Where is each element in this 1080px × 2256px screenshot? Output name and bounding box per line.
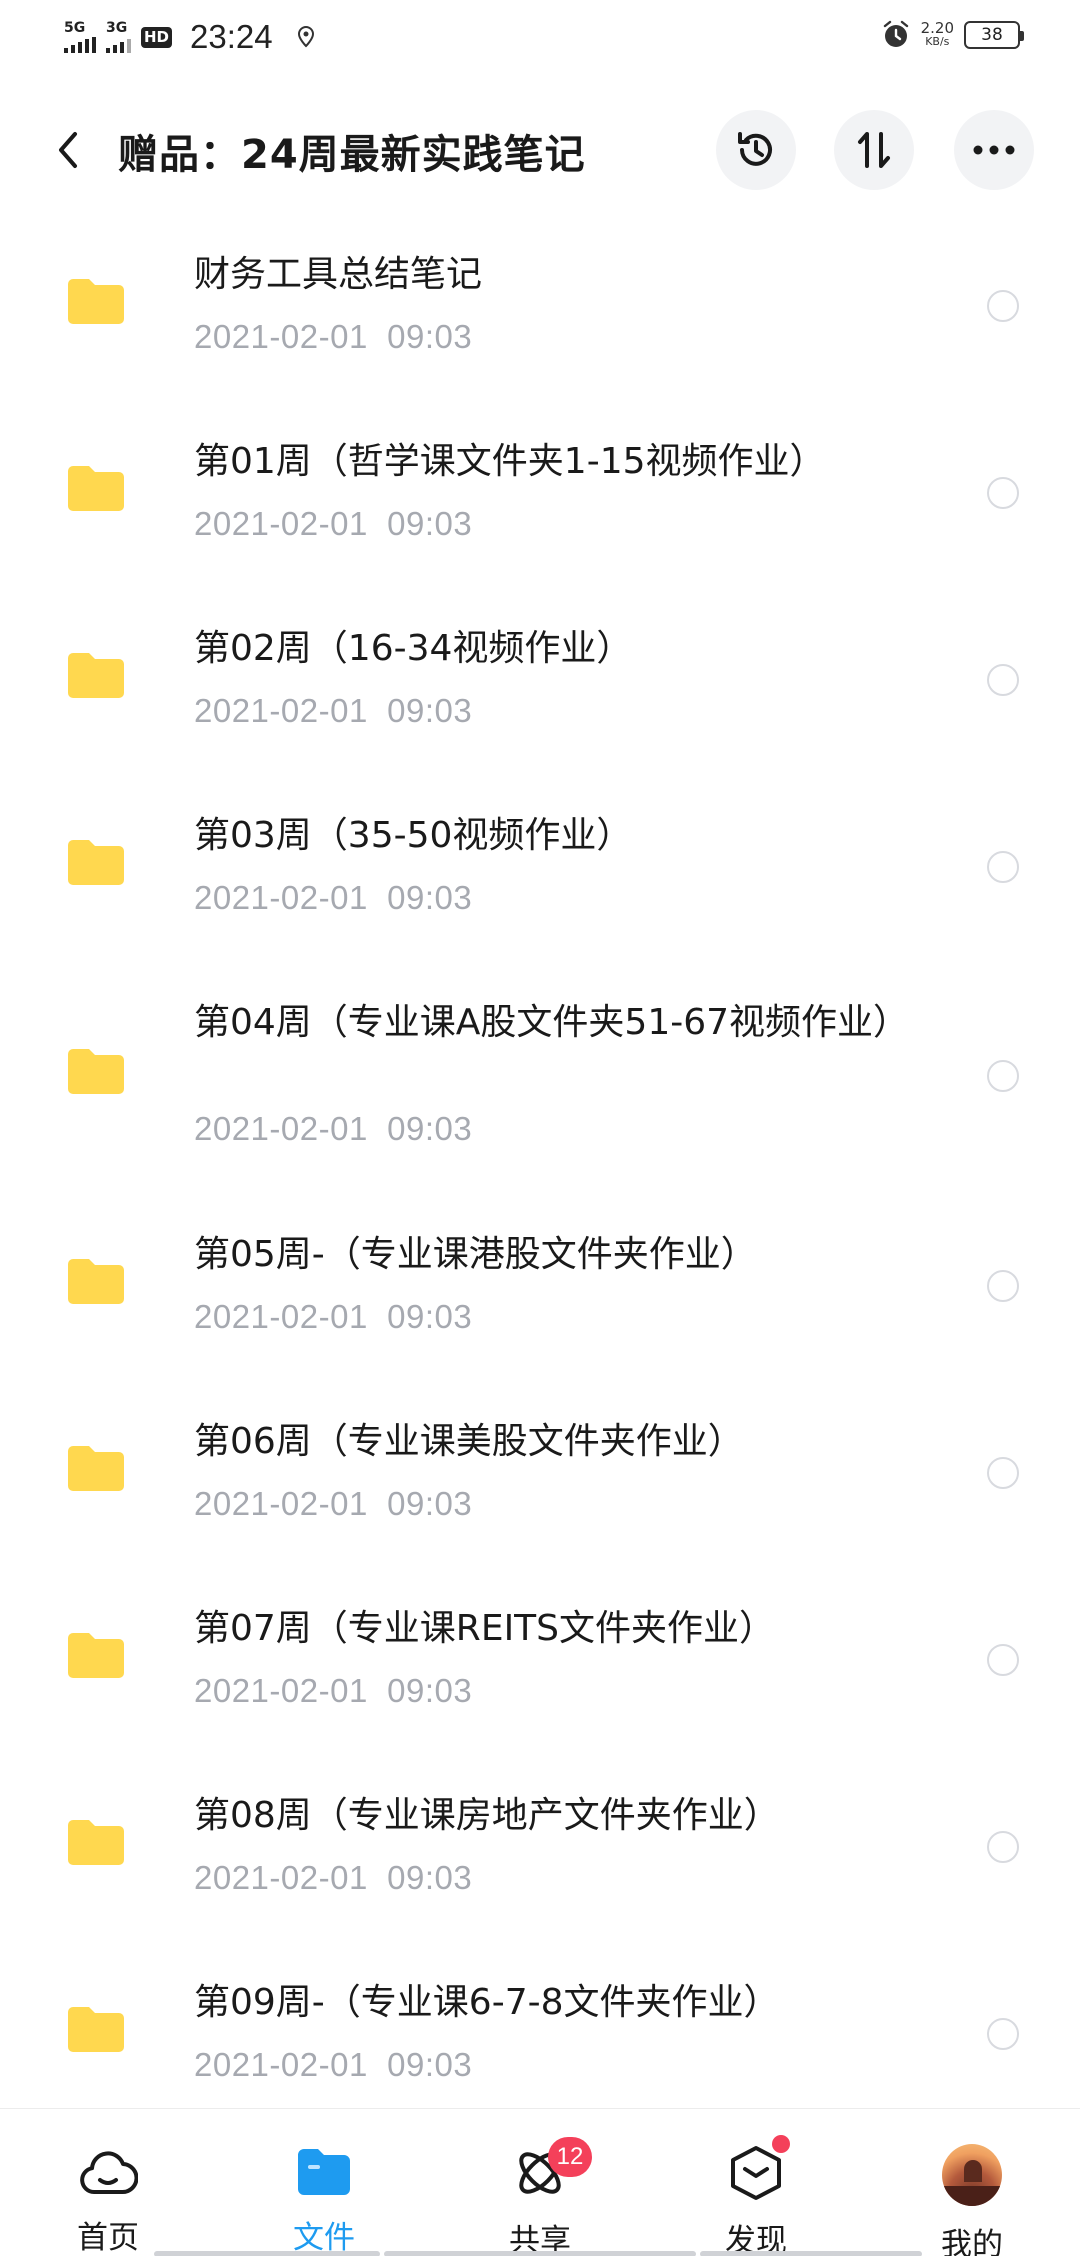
signal-3g-icon: 3G	[106, 21, 131, 53]
network-speed: 2.20 KB/s	[920, 19, 954, 49]
chevron-left-icon	[59, 132, 77, 168]
select-radio[interactable]	[987, 290, 1019, 322]
select-radio[interactable]	[987, 1644, 1019, 1676]
alarm-icon	[881, 20, 911, 50]
more-button[interactable]	[954, 110, 1034, 190]
file-date: 2021-02-01 09:03	[194, 1485, 473, 1522]
history-button[interactable]	[716, 110, 796, 190]
status-time: 23:24	[190, 18, 273, 55]
location-icon	[297, 26, 315, 48]
folder-icon	[68, 466, 124, 511]
avatar	[942, 2144, 1002, 2206]
status-right: 2.20 KB/s 38	[881, 19, 1024, 50]
status-bar: 5G 3G HD 23:24 2.20 KB/s 38	[0, 0, 1080, 76]
gesture-bar	[700, 2251, 922, 2256]
file-date: 2021-02-01 09:03	[194, 1298, 473, 1335]
select-radio[interactable]	[987, 851, 1019, 883]
file-name: 第03周（35-50视频作业）	[194, 815, 633, 856]
folder-icon	[68, 840, 124, 885]
file-name: 财务工具总结笔记	[194, 254, 483, 295]
hd-icon: HD	[141, 26, 173, 48]
file-name: 第09周-（专业课6-7-8文件夹作业）	[194, 1982, 780, 2023]
file-date: 2021-02-01 09:03	[194, 692, 473, 729]
folder-files-icon	[294, 2145, 354, 2198]
folder-icon	[68, 2007, 124, 2052]
file-date: 2021-02-01 09:03	[194, 505, 473, 542]
nav-mine-label: 我的	[941, 2227, 1003, 2256]
folder-icon	[68, 653, 124, 698]
nav-discover[interactable]: 发现	[666, 2109, 846, 2256]
file-date: 2021-02-01 09:03	[194, 1110, 473, 1147]
file-name: 第07周（专业课REITS文件夹作业）	[194, 1608, 776, 1649]
select-radio[interactable]	[987, 477, 1019, 509]
nav-mine[interactable]: 我的	[882, 2109, 1062, 2256]
discover-dot	[772, 2135, 790, 2153]
file-date: 2021-02-01 09:03	[194, 879, 473, 916]
select-radio[interactable]	[987, 664, 1019, 696]
select-radio[interactable]	[987, 2018, 1019, 2050]
sort-icon	[858, 132, 890, 168]
signal-5g-icon: 5G	[64, 21, 96, 53]
file-name: 第01周（哲学课文件夹1-15视频作业）	[194, 441, 826, 482]
gesture-bar	[384, 2251, 696, 2256]
battery-icon: 38	[964, 21, 1024, 49]
back-button[interactable]	[44, 126, 92, 174]
nav-share-label: 共享	[509, 2223, 571, 2256]
folder-icon	[68, 279, 124, 324]
file-date: 2021-02-01 09:03	[194, 1672, 473, 1709]
select-radio[interactable]	[987, 1270, 1019, 1302]
sort-button[interactable]	[834, 110, 914, 190]
share-atom-icon: 12	[510, 2137, 592, 2201]
page-title: 赠品：24周最新实践笔记	[118, 132, 586, 178]
nav-share[interactable]: 12 共享	[450, 2109, 630, 2256]
history-icon	[738, 132, 772, 166]
select-radio[interactable]	[987, 1457, 1019, 1489]
folder-icon	[68, 1446, 124, 1491]
folder-icon	[68, 1049, 124, 1094]
file-name: 第04周（专业课A股文件夹51-67视频作业）	[194, 1002, 910, 1043]
discover-box-icon	[726, 2135, 790, 2201]
file-name: 第06周（专业课美股文件夹作业）	[194, 1421, 744, 1462]
folder-icon	[68, 1633, 124, 1678]
bottom-nav: 首页 文件 12 共享 发现 我的	[0, 2108, 1080, 2256]
nav-home-label: 首页	[77, 2220, 139, 2256]
nav-files-label: 文件	[293, 2220, 355, 2256]
nav-discover-label: 发现	[725, 2223, 787, 2256]
file-name: 第02周（16-34视频作业）	[194, 628, 633, 669]
status-left: 5G 3G HD 23:24	[64, 18, 315, 56]
folder-icon	[68, 1820, 124, 1865]
select-radio[interactable]	[987, 1060, 1019, 1092]
folder-icon	[68, 1259, 124, 1304]
cloud-home-icon	[78, 2145, 138, 2198]
select-radio[interactable]	[987, 1831, 1019, 1863]
file-date: 2021-02-01 09:03	[194, 2046, 473, 2083]
nav-home[interactable]: 首页	[18, 2109, 198, 2256]
file-name: 第05周-（专业课港股文件夹作业）	[194, 1234, 757, 1275]
gesture-bar	[154, 2251, 380, 2256]
header: 赠品：24周最新实践笔记	[0, 108, 1080, 192]
more-icon	[973, 145, 1015, 155]
share-badge: 12	[548, 2137, 592, 2177]
file-name: 第08周（专业课房地产文件夹作业）	[194, 1795, 780, 1836]
file-date: 2021-02-01 09:03	[194, 318, 473, 355]
file-date: 2021-02-01 09:03	[194, 1859, 473, 1896]
nav-files[interactable]: 文件	[234, 2109, 414, 2256]
